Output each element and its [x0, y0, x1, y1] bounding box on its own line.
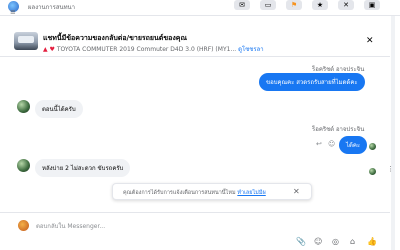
- message-sender: ร็อคริชต์ อาจประจิน: [312, 126, 365, 133]
- sticker-icon[interactable]: ⌂: [350, 237, 355, 246]
- attach-icon[interactable]: 📎: [296, 237, 306, 246]
- turn-on-link[interactable]: ทำเลยไม่มีผ: [237, 190, 265, 196]
- close-icon[interactable]: ✕: [293, 187, 300, 196]
- scrollbar[interactable]: [391, 16, 395, 250]
- header-title: ผลงานการสนทนา: [28, 4, 76, 11]
- menu-icon[interactable]: ≡: [10, 8, 16, 16]
- listing-banner[interactable]: แชทนี้มีข้อความของกลับต่อ/ขายรถยนต์ของคุ…: [0, 27, 390, 57]
- notification-prompt: คุณต้องการได้รับการแจ้งเตือนการสนทนานี้ไ…: [112, 183, 312, 200]
- my-avatar: [18, 220, 29, 231]
- view-listing-link[interactable]: ดูโซชรลา: [238, 46, 264, 53]
- scroll-handle-icon[interactable]: ⋮: [387, 165, 394, 173]
- listing-name: TOYOTA COMMUTER 2019 Commuter D4D 3.0 (H…: [56, 46, 237, 53]
- archive-icon[interactable]: ✕: [338, 0, 354, 10]
- window-icon[interactable]: ▣: [364, 0, 380, 10]
- message-bubble-in[interactable]: ตอนนี้ได้ครับ: [35, 100, 83, 118]
- message-composer: ตอบกลับใน Messenger... 📎 ☺ ◎ ⌂ 👍: [0, 212, 390, 250]
- seen-avatar: [369, 168, 376, 175]
- gif-icon[interactable]: ◎: [332, 237, 339, 246]
- message-bubble-out[interactable]: ได้คะ: [339, 136, 368, 154]
- close-icon[interactable]: ✕: [366, 36, 374, 46]
- contact-avatar[interactable]: [17, 100, 30, 113]
- car-thumbnail[interactable]: [14, 32, 38, 50]
- emoji-react-icon[interactable]: ☺: [328, 140, 335, 148]
- mail-icon[interactable]: ✉: [234, 0, 250, 10]
- top-header: ≡ ผลงานการสนทนา ✉ ▭ ⚑ ★ ✕ ▣: [0, 0, 400, 16]
- emoji-icon[interactable]: ☺: [314, 237, 322, 246]
- reply-icon[interactable]: ↩: [316, 140, 322, 148]
- pin-icon: ▲ ♥: [43, 46, 55, 53]
- listing-title: แชทนี้มีข้อความของกลับต่อ/ขายรถยนต์ของคุ…: [43, 34, 187, 42]
- message-bubble-out[interactable]: ขอบคุณคะ สวดรถรับสายที่ไมดด้คะ: [259, 73, 365, 91]
- like-icon[interactable]: 👍: [367, 237, 377, 246]
- flag-icon[interactable]: ⚑: [286, 0, 302, 10]
- message-bubble-in[interactable]: หลังบ่าย 2 ไม่สะดวก ขับรถครับ: [35, 159, 131, 177]
- notification-text: คุณต้องการได้รับการแจ้งเตือนการสนทนานี้ไ…: [123, 190, 266, 196]
- listing-subtitle: ▲ ♥ TOYOTA COMMUTER 2019 Commuter D4D 3.…: [43, 44, 264, 54]
- contact-avatar[interactable]: [17, 159, 30, 172]
- inbox-icon[interactable]: ▭: [260, 0, 276, 10]
- message-input[interactable]: ตอบกลับใน Messenger...: [36, 221, 105, 231]
- star-icon[interactable]: ★: [312, 0, 328, 10]
- seen-avatar: [369, 143, 376, 150]
